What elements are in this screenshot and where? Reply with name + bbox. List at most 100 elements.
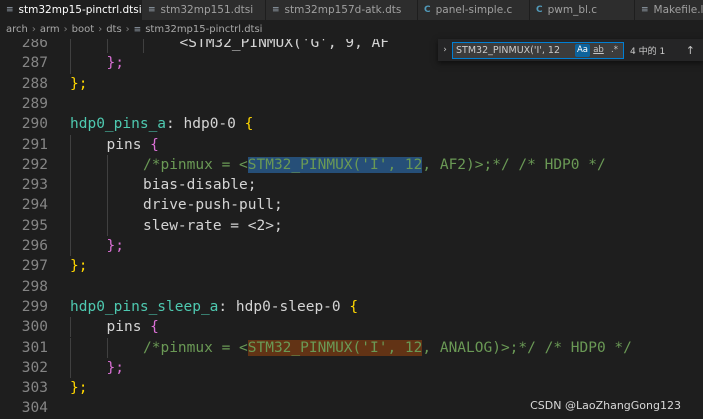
tab-panel-simple-c[interactable]: Cpanel-simple.c	[418, 0, 530, 20]
indent-guide	[106, 337, 108, 358]
breadcrumb-item[interactable]: arm	[40, 24, 60, 35]
tab-label: stm32mp15-pinctrl.dtsi	[18, 4, 142, 16]
indent-guide	[70, 175, 71, 196]
code-token: hdp0_pins_a	[70, 116, 167, 133]
code-token: };	[106, 55, 124, 72]
code-line[interactable]: 296};	[0, 236, 703, 257]
code-token: /*pinmux = <	[143, 339, 248, 356]
chevron-right-icon: ›	[125, 24, 130, 35]
dtsi-file-icon: ≡	[148, 5, 156, 15]
code-line[interactable]: 300 pins {	[0, 317, 703, 338]
code-token: hdp0_pins_sleep_a	[70, 298, 219, 315]
find-input[interactable]: STM32_PINMUX('I', 12 Aa ab .*	[452, 41, 624, 59]
code-text: /*pinmux = <STM32_PINMUX('I', 12, ANALOG…	[143, 338, 632, 358]
code-token: /*pinmux = <	[143, 156, 248, 173]
code-token: STM32_PINMUX('I', 12	[247, 156, 423, 173]
code-line[interactable]: 289	[0, 94, 703, 114]
tab-stm32mp151-dtsi[interactable]: ≡ stm32mp151.dtsi	[142, 0, 266, 20]
code-token: pins	[106, 136, 151, 153]
arrow-up-icon[interactable]: ↑	[686, 44, 695, 57]
c-file-icon: C	[424, 5, 431, 15]
code-line[interactable]: 298	[0, 277, 703, 297]
code-line[interactable]: 301 /*pinmux = <STM32_PINMUX('I', 12, ANA…	[0, 337, 703, 358]
find-query: STM32_PINMUX('I', 12	[456, 44, 561, 56]
tab-pwm-bl-c[interactable]: Cpwm_bl.c	[530, 0, 635, 20]
match-case-toggle[interactable]: Aa	[575, 43, 590, 57]
indent-guide	[70, 195, 71, 216]
watermark: CSDN @LaoZhangGong123	[530, 399, 681, 412]
chevron-right-icon: ›	[98, 24, 103, 35]
tab-label: pwm_bl.c	[547, 4, 598, 16]
line-number: 288	[21, 75, 48, 92]
code-line[interactable]: 294 drive-push-pull;	[0, 195, 703, 216]
code-text: };	[107, 236, 124, 256]
indent-guide	[106, 154, 108, 176]
breadcrumb-item[interactable]: boot	[72, 24, 95, 35]
code-line[interactable]: 295 slew-rate = <2>;	[0, 215, 703, 236]
breadcrumb-item[interactable]: dts	[106, 24, 121, 35]
find-widget: › STM32_PINMUX('I', 12 Aa ab .* 4 中的 1 ↑	[438, 39, 703, 61]
whole-word-toggle[interactable]: ab	[591, 44, 606, 57]
code-line[interactable]: 288};	[0, 74, 703, 94]
code-line[interactable]: 293 bias-disable;	[0, 175, 703, 196]
code-text: };	[70, 74, 87, 94]
code-token: <STM32_PINMUX('G', 9, AF	[179, 39, 390, 51]
code-token: hdp0-0	[183, 116, 245, 133]
code-line[interactable]: 303};	[0, 378, 703, 398]
line-number: 289	[21, 95, 48, 112]
code-editor[interactable]: 286 <STM32_PINMUX('G', 9, AF 287}; 288}; 289…	[0, 39, 703, 419]
tab-label: stm32mp157d-atk.dts	[284, 4, 402, 16]
makefile-icon: ≡	[641, 5, 649, 15]
code-text: };	[107, 53, 124, 73]
code-token: STM32_PINMUX('I', 12	[247, 339, 423, 356]
code-text: hdp0_pins_a: hdp0-0 {	[70, 114, 253, 134]
indent-guide	[106, 39, 108, 54]
code-text: <STM32_PINMUX('G', 9, AF	[180, 39, 390, 53]
tab-stm32mp157d-atk-dts[interactable]: ≡ stm32mp157d-atk.dts	[266, 0, 418, 20]
code-text: pins {	[107, 317, 159, 337]
code-text: };	[107, 358, 124, 378]
tab-makefile-lib[interactable]: ≡ Makefile.lib	[635, 0, 703, 20]
line-number: 287	[21, 55, 48, 72]
code-text: };	[70, 378, 87, 398]
code-token: pins	[106, 319, 151, 336]
editor-tab-bar: ≡ stm32mp15-pinctrl.dtsi ≡ stm32mp151.dtsi ≡…	[0, 0, 703, 20]
code-line[interactable]: 302};	[0, 357, 703, 379]
code-token: bias-disable;	[143, 177, 257, 194]
dtsi-file-icon: ≡	[133, 24, 142, 35]
code-line[interactable]: 290 hdp0_pins_a: hdp0-0 {	[0, 114, 703, 134]
chevron-right-icon: ›	[63, 24, 68, 35]
code-line[interactable]: 299 hdp0_pins_sleep_a: hdp0-sleep-0 {	[0, 297, 703, 317]
code-text: /*pinmux = <STM32_PINMUX('I', 12, AF2)>;…	[143, 155, 606, 175]
regex-toggle[interactable]: .*	[607, 44, 622, 57]
tab-stm32mp15-pinctrl-dtsi[interactable]: ≡ stm32mp15-pinctrl.dtsi	[0, 0, 142, 20]
breadcrumb-item[interactable]: stm32mp15-pinctrl.dtsi	[145, 24, 262, 35]
indent-guide	[70, 337, 71, 358]
line-number: 301	[21, 339, 48, 356]
line-number: 298	[21, 278, 48, 295]
code-token: };	[70, 75, 88, 92]
code-token: };	[70, 258, 88, 275]
code-token: slew-rate = <2>;	[143, 217, 283, 234]
line-number: 297	[21, 258, 48, 275]
indent-guide	[70, 53, 71, 74]
dtsi-file-icon: ≡	[6, 5, 14, 15]
line-number: 302	[21, 359, 48, 376]
code-line[interactable]: 292 /*pinmux = <STM32_PINMUX('I', 12, AF2…	[0, 154, 703, 176]
line-number: 304	[21, 400, 48, 417]
indent-guide	[106, 215, 108, 236]
indent-guide	[70, 154, 71, 176]
breadcrumb-item[interactable]: arch	[6, 24, 28, 35]
code-token: {	[150, 136, 159, 153]
line-number: 300	[21, 319, 48, 336]
code-text: hdp0_pins_sleep_a: hdp0-sleep-0 {	[70, 297, 358, 317]
code-token: };	[106, 359, 124, 376]
code-text: pins {	[107, 135, 159, 155]
tab-label: stm32mp151.dtsi	[160, 4, 254, 16]
chevron-right-icon: ›	[31, 24, 36, 35]
code-line[interactable]: 297};	[0, 256, 703, 276]
line-number: 303	[21, 380, 48, 397]
code-token: };	[70, 380, 88, 397]
toggle-replace-chevron-icon[interactable]: ›	[438, 45, 452, 55]
code-line[interactable]: 291 pins {	[0, 134, 703, 155]
